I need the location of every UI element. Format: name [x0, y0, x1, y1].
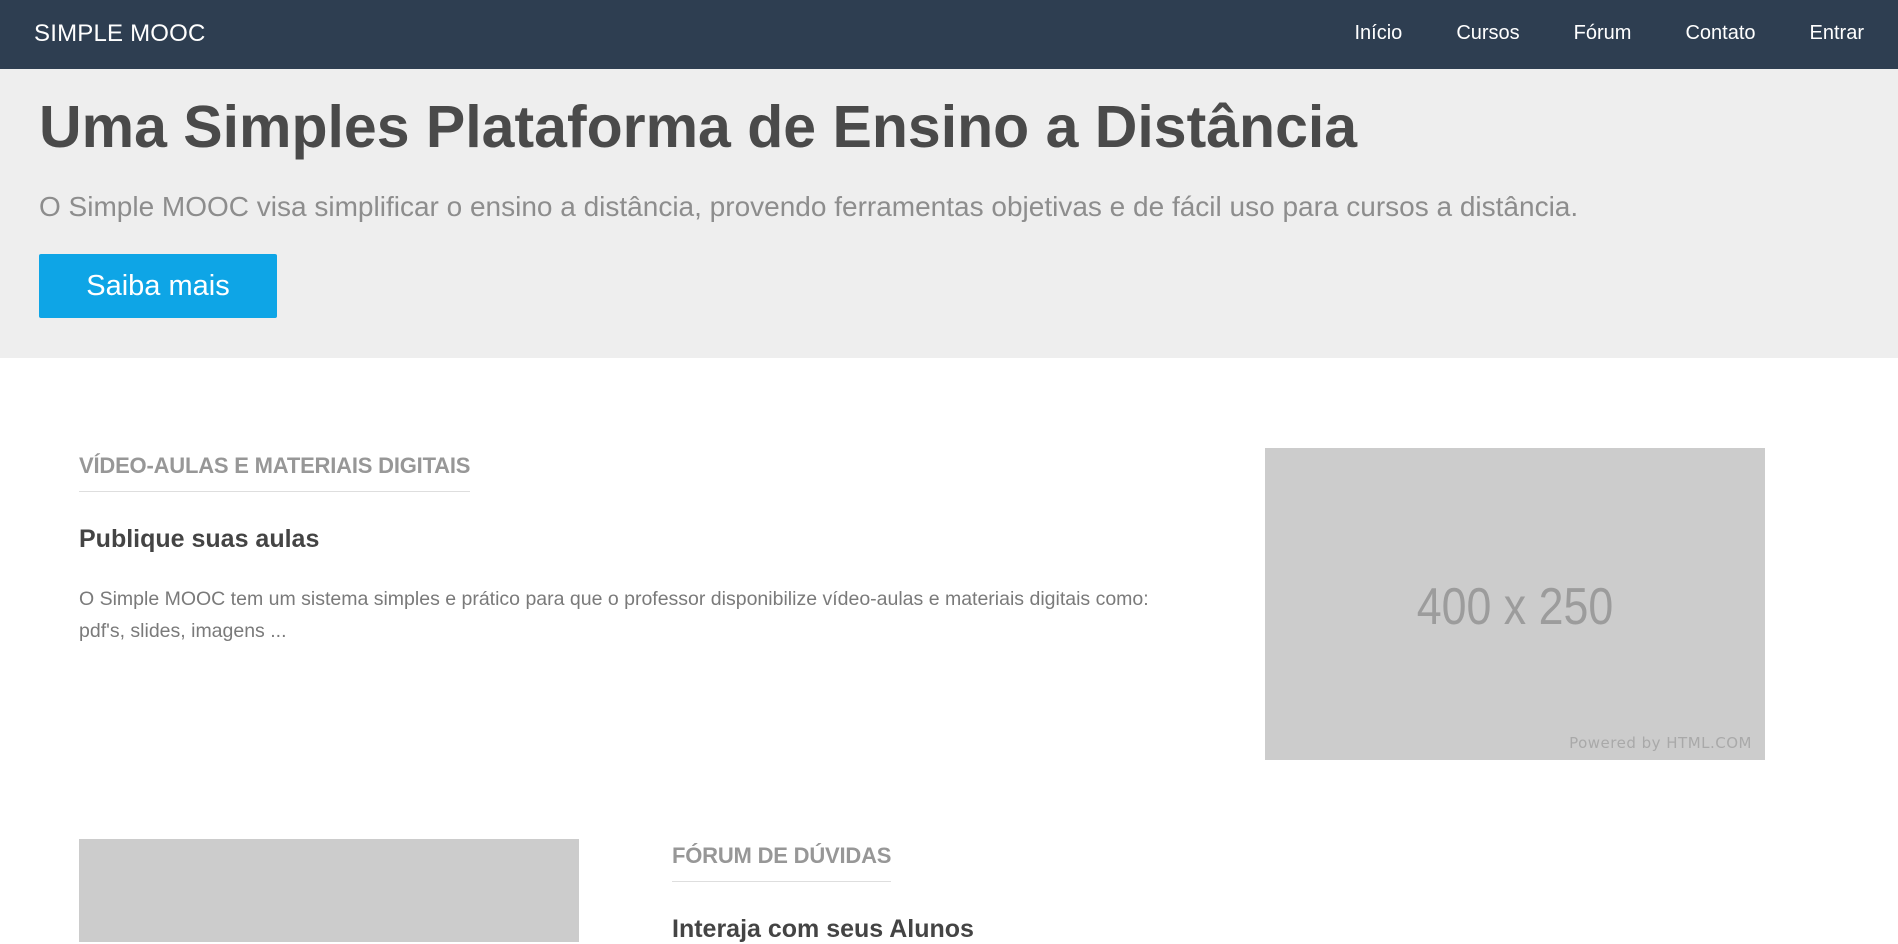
placeholder-image: 400 x 250 Powered by HTML.COM	[1265, 448, 1765, 760]
nav-link-forum[interactable]: Fórum	[1547, 0, 1659, 69]
placeholder-size-label: 400 x 250	[1300, 577, 1730, 637]
saiba-mais-button[interactable]: Saiba mais	[39, 254, 277, 318]
feature-heading: VÍDEO-AULAS E MATERIAIS DIGITAIS	[79, 453, 470, 492]
brand-logo-link[interactable]: SIMPLE MOOC	[34, 20, 206, 48]
hero-section: Uma Simples Plataforma de Ensino a Distâ…	[0, 69, 1898, 358]
placeholder-image	[79, 839, 579, 942]
nav-link-inicio[interactable]: Início	[1328, 0, 1430, 69]
navbar: SIMPLE MOOC Início Cursos Fórum Contato …	[0, 0, 1898, 69]
nav-link-entrar[interactable]: Entrar	[1783, 0, 1898, 69]
hero-subtitle: O Simple MOOC visa simplificar o ensino …	[39, 191, 1578, 223]
placeholder-credit: Powered by HTML.COM	[1569, 734, 1752, 752]
feature-title: Publique suas aulas	[79, 525, 319, 554]
feature-title: Interaja com seus Alunos	[672, 915, 974, 944]
hero-title: Uma Simples Plataforma de Ensino a Distâ…	[39, 93, 1357, 161]
nav-link-contato[interactable]: Contato	[1658, 0, 1782, 69]
nav-link-cursos[interactable]: Cursos	[1429, 0, 1546, 69]
feature-heading: FÓRUM DE DÚVIDAS	[672, 843, 891, 882]
feature-description: O Simple MOOC tem um sistema simples e p…	[79, 583, 1199, 647]
main-nav: Início Cursos Fórum Contato Entrar	[1328, 0, 1898, 69]
